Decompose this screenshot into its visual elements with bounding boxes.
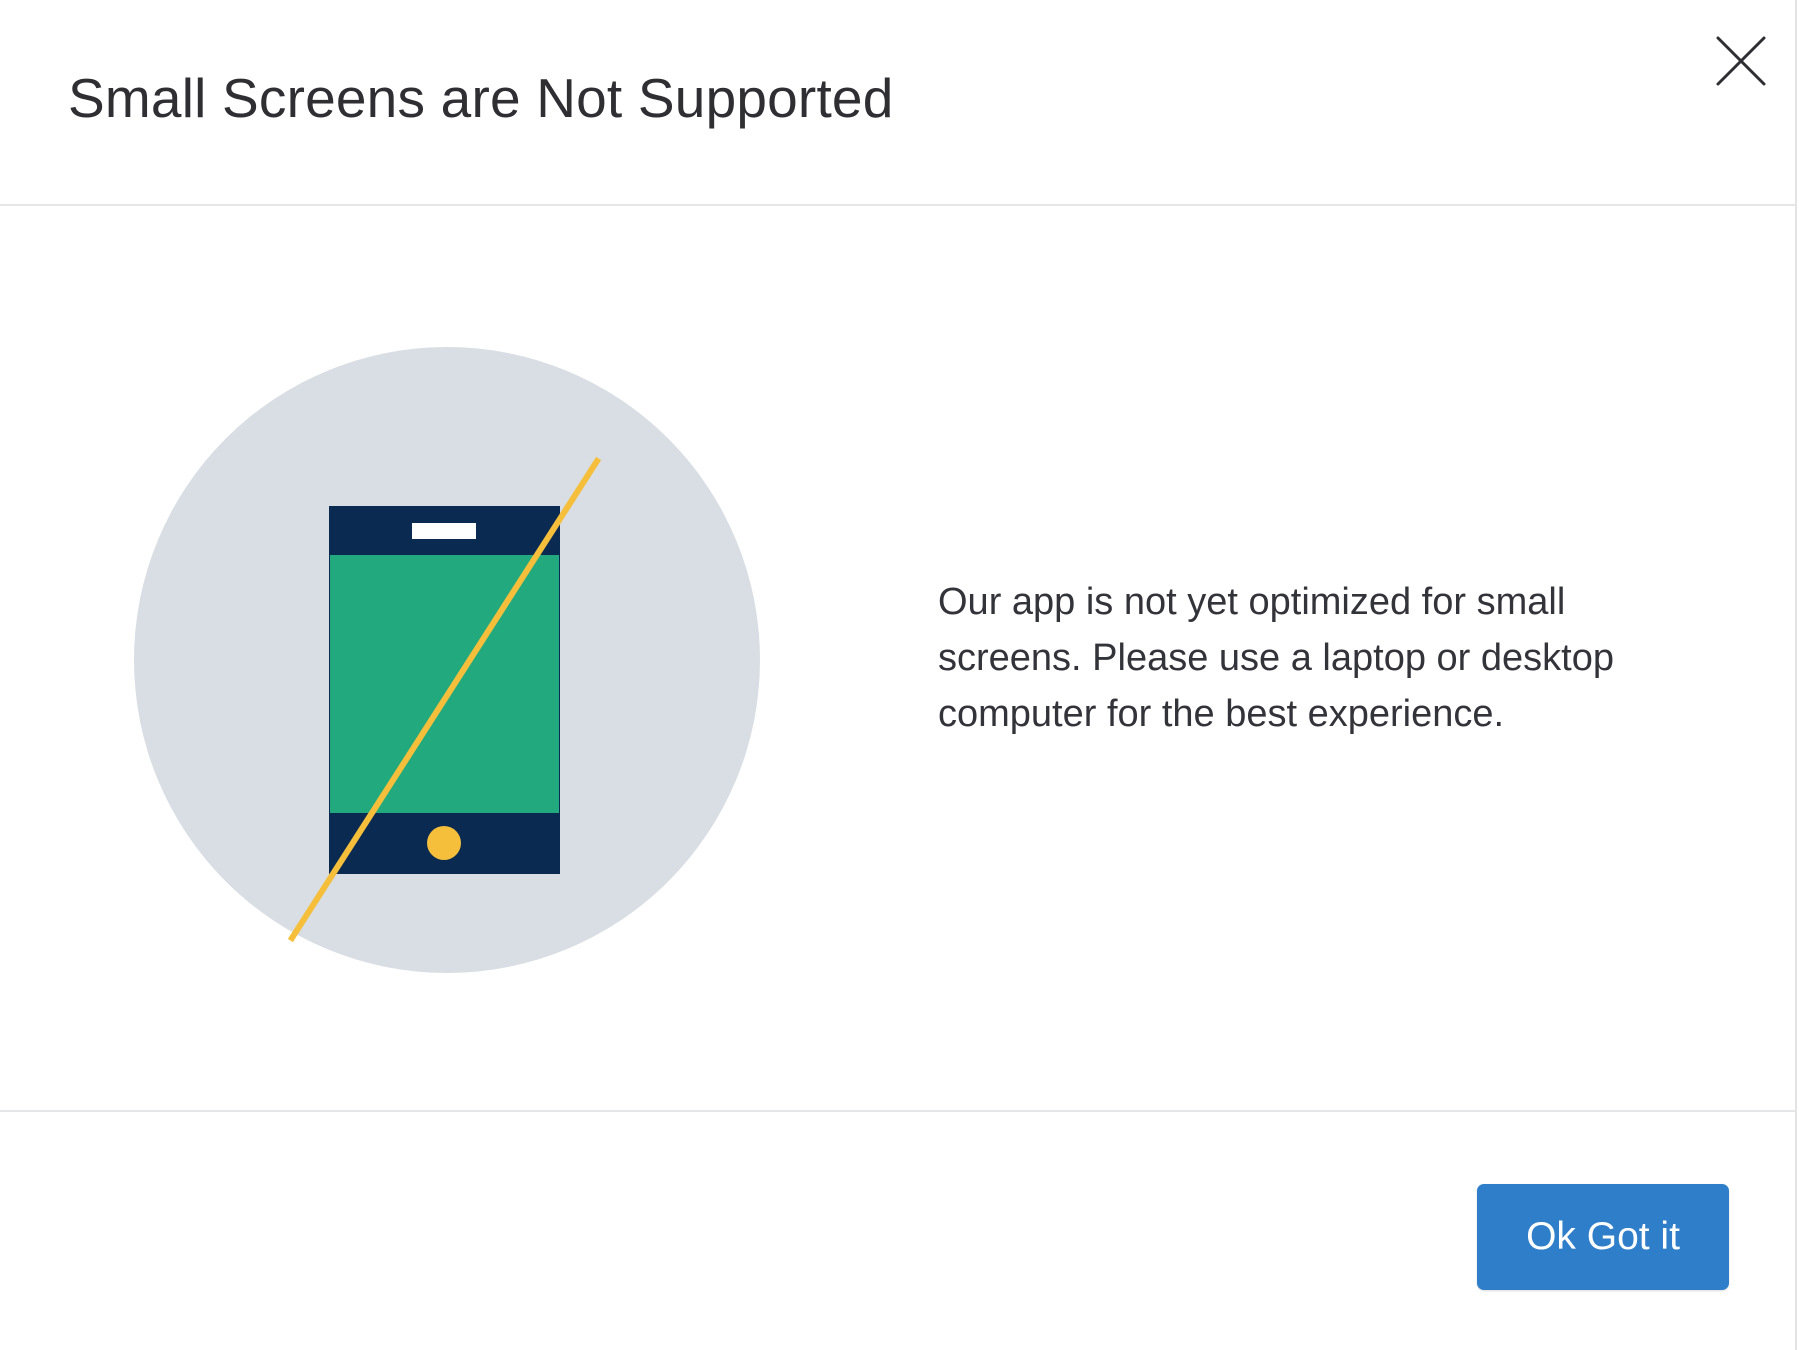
dialog-header: Small Screens are Not Supported (0, 0, 1795, 206)
dialog-message: Our app is not yet optimized for small s… (938, 581, 1614, 735)
ok-got-it-button[interactable]: Ok Got it (1477, 1184, 1729, 1290)
phone-screen (330, 555, 559, 813)
small-screen-dialog: Small Screens are Not Supported Our app … (0, 0, 1797, 1350)
no-phone-icon (134, 347, 760, 973)
close-icon (1716, 36, 1766, 86)
close-button[interactable] (1706, 26, 1776, 96)
dialog-title: Small Screens are Not Supported (68, 67, 894, 129)
phone-home-button (427, 826, 461, 860)
dialog-body: Our app is not yet optimized for small s… (0, 206, 1795, 1112)
phone-speaker (412, 523, 476, 539)
dialog-footer: Ok Got it (0, 1112, 1795, 1350)
